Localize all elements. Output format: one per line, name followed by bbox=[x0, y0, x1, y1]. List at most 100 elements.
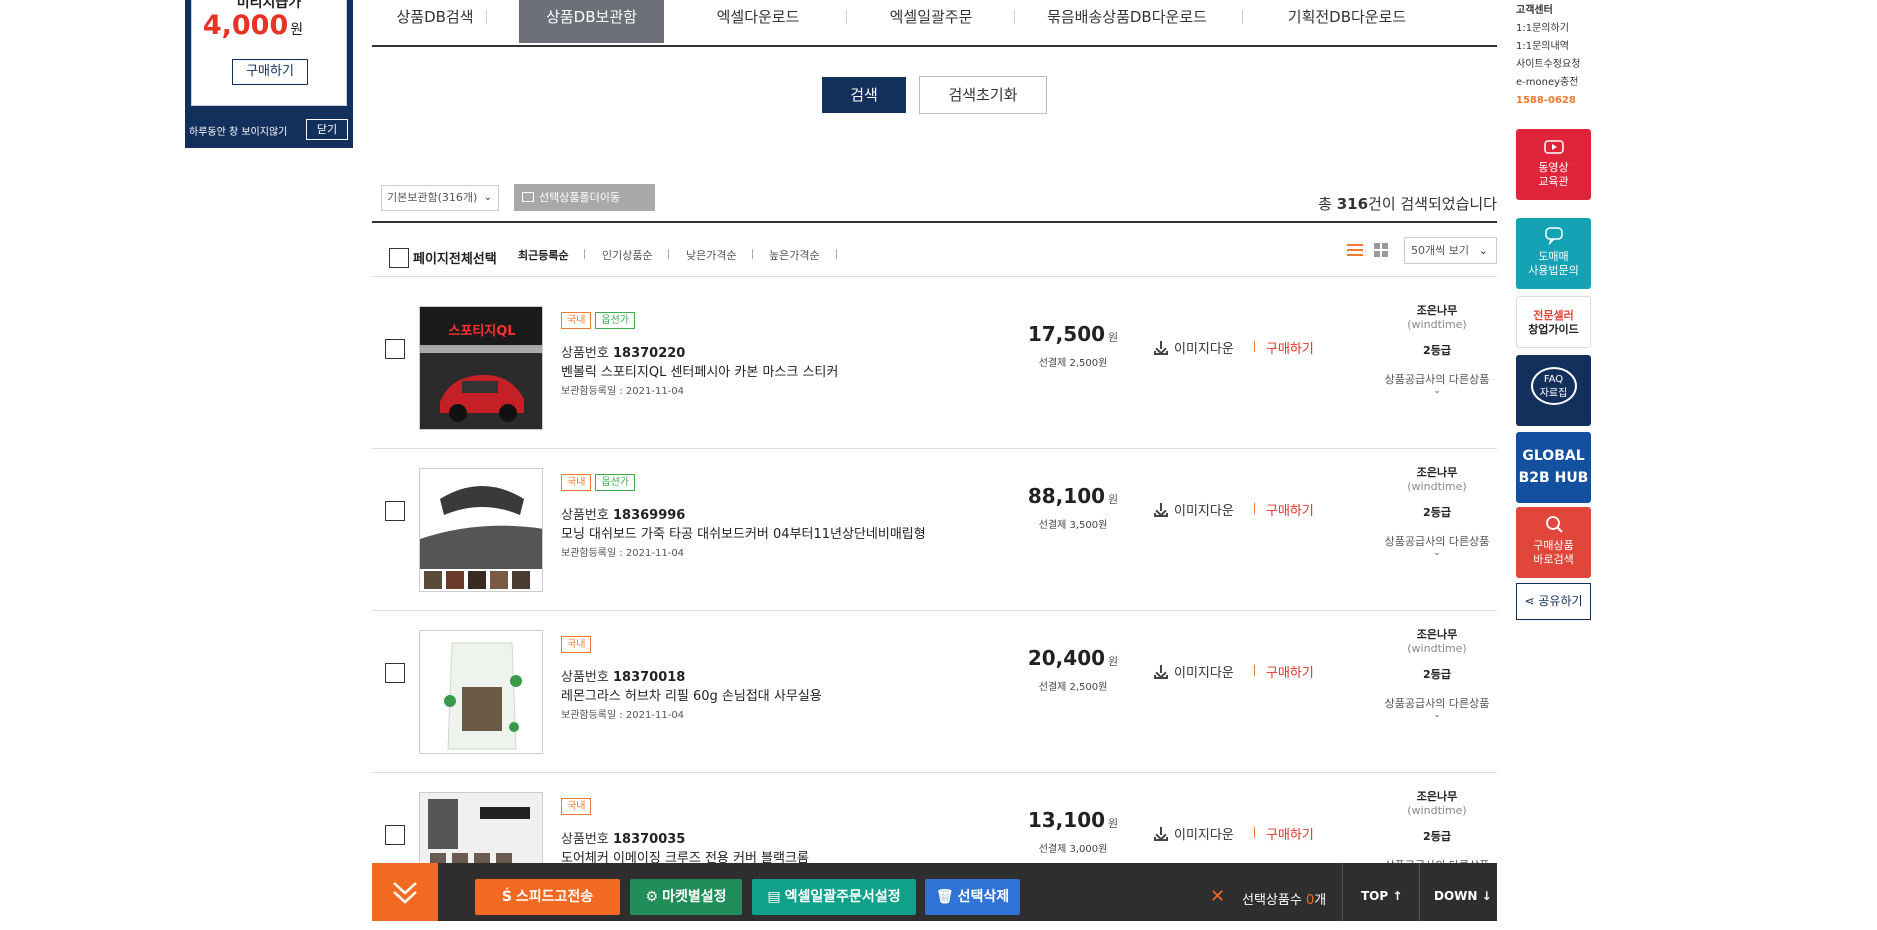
excel-order-setting-button[interactable]: ▤ 엑셀일괄주문서설정 bbox=[752, 879, 916, 915]
sort-divider bbox=[836, 249, 837, 259]
shipping-fee: 선결제 3,000원 bbox=[1038, 844, 1108, 855]
download-icon bbox=[1154, 341, 1168, 355]
product-name[interactable]: 벤볼릭 스포티지QL 센터페시아 카본 마스크 스티커 bbox=[561, 361, 838, 380]
sort-high-price[interactable]: 높은가격순 bbox=[769, 247, 820, 263]
product-badges: 국내 옵션가 bbox=[561, 312, 639, 329]
delete-selected-button[interactable]: 🗑 선택삭제 bbox=[925, 879, 1020, 915]
chevron-down-icon[interactable]: ⌄ bbox=[1368, 387, 1506, 396]
seller-startup-guide-button[interactable]: 전문셀러 창업가이드 bbox=[1516, 296, 1591, 348]
domestic-badge: 국내 bbox=[561, 636, 592, 653]
image-download-button[interactable]: 이미지다운 bbox=[1154, 824, 1234, 843]
tab-bundle-db-download[interactable]: 묶음배송상품DB다운로드 bbox=[1022, 0, 1232, 43]
result-count: 총 316건이 검색되었습니다 bbox=[1318, 195, 1497, 213]
seller-grade: 2등급 bbox=[1423, 344, 1451, 357]
video-education-button[interactable]: 동영상 교육관 bbox=[1516, 129, 1591, 200]
folder-select-value: 기본보관함(316개) bbox=[387, 191, 478, 204]
cs-title: 고객센터 bbox=[1516, 5, 1553, 16]
faq-button[interactable]: FAQ 자료집 bbox=[1516, 355, 1591, 426]
sort-divider bbox=[584, 249, 585, 259]
chevron-down-icon[interactable]: ⌄ bbox=[1368, 549, 1506, 558]
download-icon bbox=[1154, 665, 1168, 679]
per-page-select[interactable]: 50개씩 보기 ⌄ bbox=[1404, 237, 1497, 264]
global-b2b-hub-button[interactable]: GLOBAL B2B HUB bbox=[1516, 432, 1591, 503]
product-row: 국내 상품번호 18370018 레몬그라스 허브차 리필 60g 손님접대 사… bbox=[372, 606, 1497, 768]
divider bbox=[1254, 827, 1255, 838]
seller-info: 조은나무 (windtime) 2등급 상품공급사의 다른상품 ⌄ bbox=[1368, 304, 1506, 396]
banner-price: 4,000 원 bbox=[202, 10, 304, 41]
select-all-checkbox[interactable] bbox=[389, 248, 409, 268]
cs-link-inquiry[interactable]: 1:1문의하기 bbox=[1516, 20, 1580, 38]
grid-view-icon[interactable] bbox=[1374, 243, 1388, 257]
product-row: 국내 옵션가 상품번호 18369996 모닝 대쉬보드 가죽 타공 대쉬보드커버… bbox=[372, 444, 1497, 606]
list-view-icon[interactable] bbox=[1347, 243, 1363, 257]
banner-content: 미리지급가 4,000 원 구매하기 bbox=[191, 0, 347, 106]
video-icon bbox=[1543, 140, 1564, 154]
domestic-badge: 국내 bbox=[561, 474, 592, 491]
domemae-howto-button[interactable]: 도매매 사용법문의 bbox=[1516, 218, 1591, 289]
image-download-button[interactable]: 이미지다운 bbox=[1154, 338, 1234, 357]
scroll-down-button[interactable]: DOWN ↓ bbox=[1434, 889, 1492, 903]
seller-other-products-link[interactable]: 상품공급사의 다른상품 bbox=[1368, 371, 1506, 387]
divider bbox=[1254, 503, 1255, 514]
product-checkbox[interactable] bbox=[385, 501, 405, 521]
divider bbox=[1254, 341, 1255, 352]
buy-button[interactable]: 구매하기 bbox=[1266, 824, 1314, 843]
sort-popular[interactable]: 인기상품순 bbox=[602, 247, 653, 263]
banner-buy-button[interactable]: 구매하기 bbox=[232, 59, 308, 85]
product-name[interactable]: 모닝 대쉬보드 가죽 타공 대쉬보드커버 04부터11년상단네비매립형 bbox=[561, 523, 926, 542]
tab-excel-bulk-order[interactable]: 엑셀일괄주문 bbox=[856, 0, 1006, 43]
tab-product-db-search[interactable]: 상품DB검색 bbox=[374, 0, 496, 43]
folder-select[interactable]: 기본보관함(316개) ⌄ bbox=[381, 185, 499, 211]
product-thumbnail[interactable] bbox=[419, 468, 543, 592]
tab-excel-download[interactable]: 엑셀다운로드 bbox=[690, 0, 826, 43]
buy-button[interactable]: 구매하기 bbox=[1266, 500, 1314, 519]
product-number: 상품번호 18370220 bbox=[561, 346, 686, 361]
seller-other-products-link[interactable]: 상품공급사의 다른상품 bbox=[1368, 695, 1506, 711]
market-setting-button[interactable]: ⚙ 마켓별설정 bbox=[630, 879, 742, 915]
product-checkbox[interactable] bbox=[385, 663, 405, 683]
sort-divider bbox=[752, 249, 753, 259]
option-price-badge: 옵션가 bbox=[595, 312, 636, 329]
tab-product-db-storage[interactable]: 상품DB보관함 bbox=[519, 0, 664, 43]
tab-promo-db-download[interactable]: 기획전DB다운로드 bbox=[1252, 0, 1442, 43]
scroll-top-button[interactable]: TOP ↑ bbox=[1361, 889, 1402, 903]
sort-recent[interactable]: 최근등록순 bbox=[518, 247, 569, 263]
chevron-down-icon: ⌄ bbox=[1478, 244, 1488, 257]
purchased-search-button[interactable]: 구매상품 바로검색 bbox=[1516, 507, 1591, 578]
share-button[interactable]: ⋖ 공유하기 bbox=[1516, 583, 1591, 620]
thumb-text: 스포티지QL bbox=[448, 323, 515, 339]
product-checkbox[interactable] bbox=[385, 825, 405, 845]
product-checkbox[interactable] bbox=[385, 339, 405, 359]
buy-button[interactable]: 구매하기 bbox=[1266, 338, 1314, 357]
cs-link-inquiry-history[interactable]: 1:1문의내역 bbox=[1516, 38, 1580, 56]
collapse-toggle-button[interactable] bbox=[372, 863, 438, 921]
clear-selection-icon[interactable]: ✕ bbox=[1210, 888, 1225, 906]
move-folder-button[interactable]: 선택상품폴더이동 bbox=[514, 184, 655, 211]
gear-icon: ⚙ bbox=[645, 889, 659, 905]
trash-icon: 🗑 bbox=[935, 889, 954, 905]
sort-low-price[interactable]: 낮은가격순 bbox=[686, 247, 737, 263]
seller-other-products-link[interactable]: 상품공급사의 다른상품 bbox=[1368, 533, 1506, 549]
image-download-button[interactable]: 이미지다운 bbox=[1154, 662, 1234, 681]
chevron-down-icon[interactable]: ⌄ bbox=[1368, 711, 1506, 720]
speed-send-button[interactable]: Ś 스피드고전송 bbox=[475, 879, 620, 915]
hide-today-label[interactable]: 하루동안 창 보이지않기 bbox=[189, 123, 287, 138]
divider bbox=[1419, 863, 1420, 921]
product-number: 상품번호 18369996 bbox=[561, 508, 686, 523]
image-download-button[interactable]: 이미지다운 bbox=[1154, 500, 1234, 519]
cs-link-emoney[interactable]: e-money충전 bbox=[1516, 74, 1580, 92]
search-reset-button[interactable]: 검색초기화 bbox=[919, 76, 1047, 114]
seller-id: (windtime) bbox=[1407, 318, 1467, 331]
product-price: 20,400 원 bbox=[1027, 646, 1119, 670]
buy-button[interactable]: 구매하기 bbox=[1266, 662, 1314, 681]
product-thumbnail[interactable]: 스포티지QL bbox=[419, 306, 543, 430]
cs-link-site-request[interactable]: 사이트수정요청 bbox=[1516, 56, 1580, 74]
seller-name: 조은나무 bbox=[1416, 466, 1458, 479]
banner-close-button[interactable]: 닫기 bbox=[306, 119, 348, 140]
product-thumbnail[interactable] bbox=[419, 630, 543, 754]
folder-icon bbox=[522, 192, 534, 202]
double-chevron-down-icon bbox=[393, 882, 417, 904]
search-button[interactable]: 검색 bbox=[822, 77, 906, 113]
product-name[interactable]: 레몬그라스 허브차 리필 60g 손님접대 사무실용 bbox=[561, 685, 822, 704]
tab-divider bbox=[846, 10, 847, 24]
